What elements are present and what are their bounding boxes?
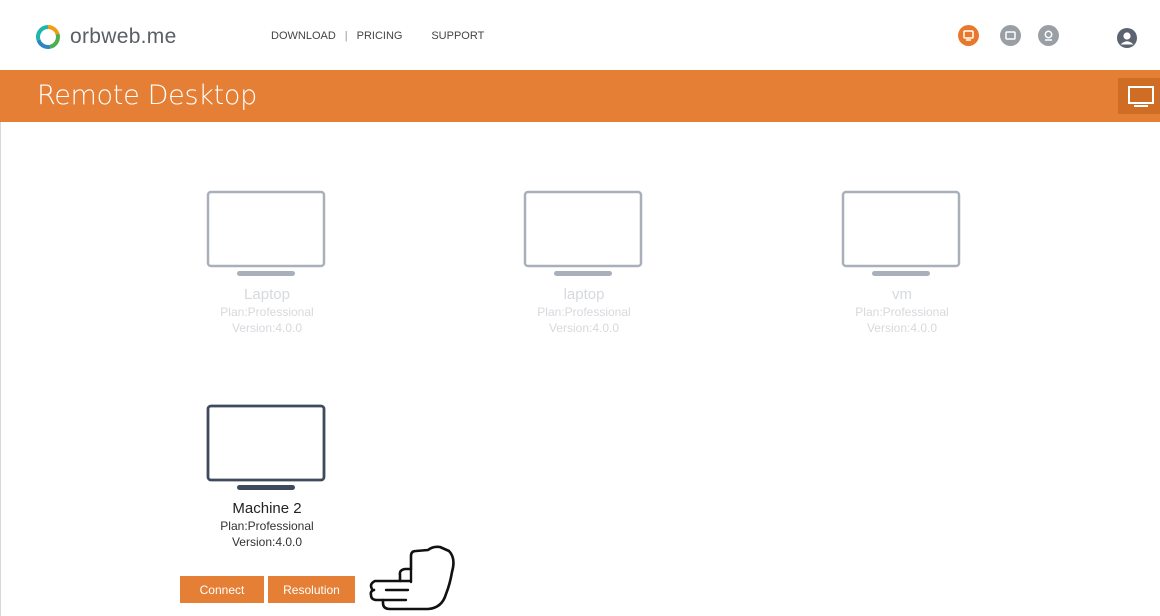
orbweb-ring-logo-icon xyxy=(36,25,60,49)
nav-link-support[interactable]: SUPPORT xyxy=(431,30,484,42)
resolution-button[interactable]: Resolution xyxy=(268,576,355,603)
nav-separator: | xyxy=(344,30,348,42)
brand-logo[interactable]: orbweb.me xyxy=(36,25,177,49)
machine-version: Version:4.0.0 xyxy=(866,321,938,335)
machine-name: Machine 2 xyxy=(232,500,302,517)
nav-links: DOWNLOAD | PRICING | SUPPORT xyxy=(271,30,484,42)
machine-name: vm xyxy=(892,286,912,303)
monitor-icon xyxy=(206,190,326,276)
connect-button[interactable]: Connect xyxy=(180,576,264,603)
machine-name: laptop xyxy=(563,286,605,303)
fullscreen-icon xyxy=(1128,86,1154,107)
nav-link-pricing[interactable]: PRICING xyxy=(357,30,403,42)
top-navigation: orbweb.me DOWNLOAD | PRICING | SUPPORT xyxy=(0,0,1160,70)
machine-name: Laptop xyxy=(244,286,290,303)
machine-version: Version:4.0.0 xyxy=(231,321,303,335)
brand-name: orbweb.me xyxy=(70,25,177,48)
machine-card[interactable]: vm Plan:Professional Version:4.0.0 xyxy=(782,190,1022,335)
monitor-icon xyxy=(523,190,643,276)
fullscreen-button[interactable] xyxy=(1118,78,1160,114)
machine-plan: Plan:Professional xyxy=(220,519,314,533)
monitor-icon xyxy=(841,190,961,276)
machine-card[interactable]: Laptop Plan:Professional Version:4.0.0 xyxy=(147,190,387,335)
nav-link-download[interactable]: DOWNLOAD xyxy=(271,30,336,42)
machine-card-selected[interactable]: Machine 2 Plan:Professional Version:4.0.… xyxy=(147,404,387,549)
webcam-icon[interactable] xyxy=(1038,25,1059,46)
machine-version: Version:4.0.0 xyxy=(231,535,303,549)
page-title: Remote Desktop xyxy=(37,80,257,111)
machine-card[interactable]: laptop Plan:Professional Version:4.0.0 xyxy=(464,190,704,335)
monitor-icon xyxy=(206,404,326,490)
machine-plan: Plan:Professional xyxy=(855,305,949,319)
remote-desktop-icon[interactable] xyxy=(958,25,979,46)
pointing-hand-icon xyxy=(369,545,455,611)
nav-separator: | xyxy=(415,30,419,42)
machine-plan: Plan:Professional xyxy=(537,305,631,319)
page-header-bar: Remote Desktop xyxy=(0,70,1160,122)
machine-version: Version:4.0.0 xyxy=(548,321,620,335)
user-account-icon[interactable] xyxy=(1116,27,1138,49)
files-icon[interactable] xyxy=(1000,25,1021,46)
machine-plan: Plan:Professional xyxy=(220,305,314,319)
